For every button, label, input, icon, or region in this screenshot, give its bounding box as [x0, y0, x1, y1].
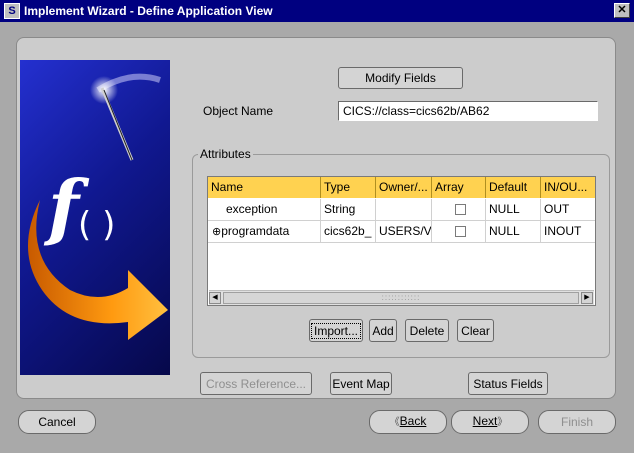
column-header-type[interactable]: Type [321, 177, 376, 198]
horizontal-scrollbar[interactable]: ◀ :::::::::::: ▶ [209, 290, 594, 305]
column-header-name[interactable]: Name [208, 177, 321, 198]
close-icon[interactable]: ✕ [614, 3, 630, 18]
cell-name: ⊕programdata [208, 221, 321, 242]
object-name-label: Object Name [203, 104, 274, 118]
column-header-array[interactable]: Array [432, 177, 486, 198]
attributes-table[interactable]: Name Type Owner/... Array Default IN/OU.… [207, 176, 596, 306]
table-header: Name Type Owner/... Array Default IN/OU.… [208, 177, 595, 198]
clear-button[interactable]: Clear [457, 319, 494, 342]
modify-fields-button[interactable]: Modify Fields [338, 67, 463, 89]
app-icon: S [4, 3, 20, 19]
finish-button[interactable]: Finish [538, 410, 616, 434]
column-header-owner[interactable]: Owner/... [376, 177, 432, 198]
cell-inout: OUT [544, 202, 570, 216]
add-button[interactable]: Add [369, 319, 397, 342]
cross-reference-button[interactable]: Cross Reference... [200, 372, 312, 395]
next-button[interactable]: Next》 [451, 410, 529, 434]
title-bar: S Implement Wizard - Define Application … [0, 0, 634, 22]
cell-owner: USERS/V [376, 221, 432, 242]
function-graphic: f ( ) [20, 60, 170, 375]
delete-button[interactable]: Delete [405, 319, 449, 342]
back-arrow-icon: 《 [389, 417, 400, 428]
expand-icon[interactable]: ⊕ [212, 226, 221, 238]
cell-array [432, 199, 486, 220]
cell-name-text: programdata [221, 224, 290, 238]
cell-default: NULL [486, 199, 541, 220]
scroll-right-icon[interactable]: ▶ [581, 292, 593, 304]
cell-default: NULL [486, 221, 541, 242]
array-checkbox[interactable] [455, 204, 466, 215]
cell-name: exception [208, 199, 321, 220]
import-button-label: Import... [310, 322, 361, 339]
window-title: Implement Wizard - Define Application Vi… [24, 4, 273, 18]
status-fields-button[interactable]: Status Fields [468, 372, 548, 395]
glyph-parens: ( ) [78, 205, 115, 245]
array-checkbox[interactable] [455, 226, 466, 237]
back-button[interactable]: 《Back [369, 410, 447, 434]
event-map-button[interactable]: Event Map [330, 372, 392, 395]
cancel-button[interactable]: Cancel [18, 410, 96, 434]
back-button-label: Back [399, 414, 427, 428]
object-name-input[interactable] [338, 101, 598, 121]
scroll-left-icon[interactable]: ◀ [209, 292, 221, 304]
cell-inout: INOUT [544, 224, 582, 238]
cell-type: cics62b_ [321, 221, 376, 242]
table-row[interactable]: ⊕programdata cics62b_ USERS/V NULL INOUT [208, 221, 595, 243]
column-header-default[interactable]: Default [486, 177, 541, 198]
attributes-group-label: Attributes [198, 147, 253, 161]
column-header-inout[interactable]: IN/OU... [541, 177, 595, 198]
cell-type: String [321, 199, 376, 220]
next-button-label: Next [472, 414, 498, 428]
scroll-thumb[interactable]: :::::::::::: [223, 292, 579, 304]
cell-owner [376, 199, 432, 220]
next-arrow-icon: 》 [497, 417, 508, 428]
function-graphic-svg: f ( ) [27, 73, 168, 340]
cell-array [432, 221, 486, 242]
import-button[interactable]: Import... [309, 319, 363, 342]
table-row[interactable]: exception String NULL OUT [208, 199, 595, 221]
